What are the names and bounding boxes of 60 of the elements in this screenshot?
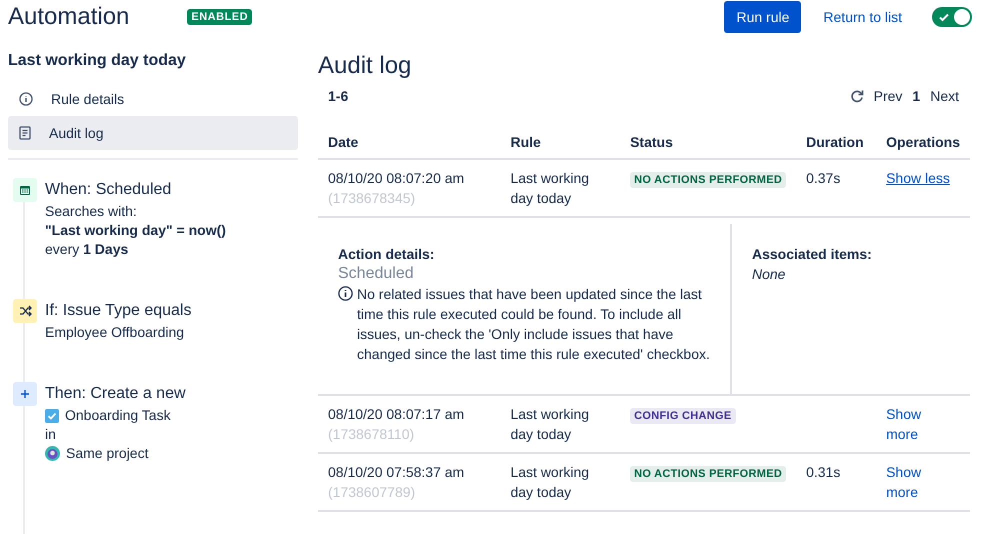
info-icon [19, 92, 33, 106]
section-title: Audit log [318, 52, 412, 80]
info-icon [338, 286, 353, 301]
step-detail: "Last working day" = now() [45, 221, 226, 240]
execution-id: (1738678110) [328, 425, 416, 444]
checkbox-icon [45, 408, 59, 422]
step-title: If: Issue Type equals [45, 301, 192, 321]
execution-id: (1738678345) [328, 189, 416, 208]
project-avatar-icon [45, 446, 60, 461]
plus-icon [13, 382, 37, 406]
details-message: No related issues that have been updated since the last time this rule executed could be found. To include all issues, un-check the 'Only include issues that have changed since the last time this rule executed' checkbox. [357, 285, 710, 364]
step-title: When: Scheduled [45, 180, 172, 200]
column-header: Rule [500, 126, 620, 159]
step-detail: Searches with: [45, 202, 138, 221]
issue-type: Onboarding Task [65, 406, 171, 425]
run-rule-button[interactable]: Run rule [724, 1, 802, 33]
toggle-details-link[interactable]: Show less [886, 170, 950, 186]
nav-item[interactable]: Audit log [8, 116, 298, 150]
step-title: Then: Create a new [45, 384, 186, 404]
page-title: Automation [8, 3, 130, 31]
date-cell-text: 08/10/20 08:07:17 am [328, 405, 466, 424]
toggle-details-link[interactable]: Show more [886, 404, 926, 444]
rule-cell-text: Last working day today [510, 169, 590, 208]
date-cell-text: 08/10/20 08:07:20 am [328, 169, 466, 188]
next-link[interactable]: Next [930, 88, 959, 104]
toggle-switch[interactable] [932, 7, 972, 27]
calendar-icon [13, 178, 37, 202]
rule-cell-text: Last working day today [510, 463, 590, 502]
refresh-icon[interactable] [850, 89, 864, 103]
check-icon [938, 11, 950, 23]
step-detail: Employee Offboarding [45, 323, 186, 342]
execution-id: (1738607789) [328, 483, 416, 502]
nav-item[interactable]: Rule details [8, 82, 298, 116]
step-detail: every 1 Days [45, 240, 130, 259]
column-header: Operations [876, 126, 970, 159]
duration-cell: 0.37s [806, 170, 840, 186]
shuffle-icon [13, 299, 37, 323]
column-header: Duration [796, 126, 876, 159]
column-header: Date [318, 126, 500, 159]
details-label: Action details: [338, 245, 436, 264]
action-name: Scheduled [338, 264, 415, 284]
rule-name: Last working day today [8, 52, 187, 70]
page-number: 1 [912, 88, 920, 104]
rule-cell-text: Last working day today [510, 405, 590, 444]
associated-value: None [752, 265, 786, 284]
project-name: Same project [66, 444, 148, 463]
toggle-details-link[interactable]: Show more [886, 462, 926, 502]
date-cell-text: 08/10/20 07:58:37 am [328, 463, 466, 482]
status-lozenge: NO ACTIONS PERFORMED [630, 466, 786, 482]
status-badge: ENABLED [187, 9, 252, 25]
duration-cell: 0.31s [806, 464, 840, 480]
prev-link[interactable]: Prev [874, 88, 902, 104]
column-header: Status [620, 126, 796, 159]
return-link[interactable]: Return to list [823, 9, 902, 25]
associated-label: Associated items: [752, 245, 872, 264]
status-lozenge: CONFIG CHANGE [630, 408, 736, 424]
result-range: 1-6 [328, 88, 348, 104]
document-icon [19, 126, 31, 140]
status-lozenge: NO ACTIONS PERFORMED [630, 172, 786, 188]
step-detail: in [45, 425, 57, 444]
